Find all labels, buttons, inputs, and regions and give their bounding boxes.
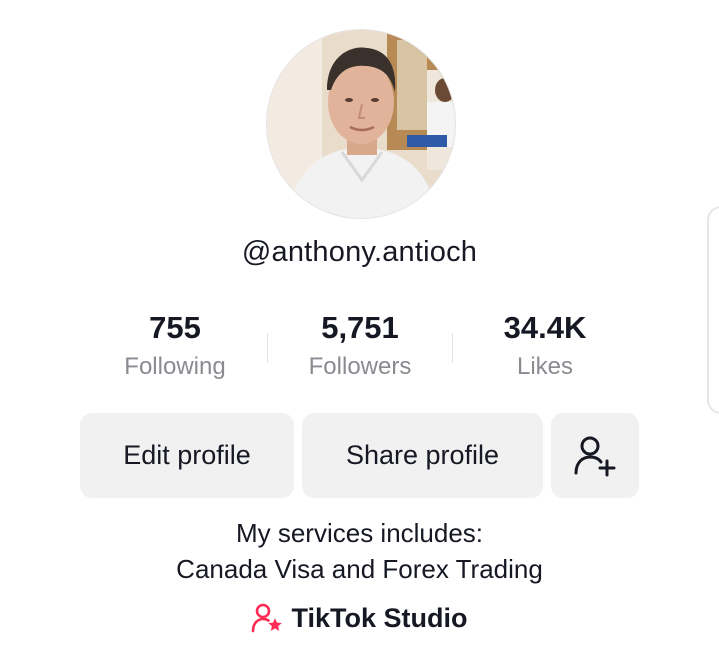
share-profile-label: Share profile bbox=[345, 440, 500, 470]
stat-following-value: 755 bbox=[149, 310, 201, 345]
stat-followers[interactable]: 5,751 Followers bbox=[285, 308, 435, 382]
stat-divider bbox=[452, 333, 453, 363]
studio-person-star-icon bbox=[252, 603, 283, 633]
edit-profile-button[interactable]: Edit profile bbox=[80, 413, 294, 498]
stat-following-label: Following bbox=[124, 353, 226, 380]
share-profile-button[interactable]: Share profile bbox=[302, 413, 543, 498]
stat-divider bbox=[267, 333, 268, 363]
profile-page: @anthony.antioch 755 Following 5,751 Fol… bbox=[0, 0, 719, 662]
stat-followers-label: Followers bbox=[308, 353, 412, 380]
bio-line-1: My services includes: bbox=[235, 518, 484, 548]
bio-line-2: Canada Visa and Forex Trading bbox=[176, 554, 543, 584]
profile-stats: 755 Following 5,751 Followers 34.4K Like… bbox=[80, 308, 640, 388]
add-friend-icon bbox=[574, 436, 616, 476]
username: @anthony.antioch bbox=[241, 236, 478, 268]
tiktok-studio-label: TikTok Studio bbox=[291, 602, 468, 633]
stat-following[interactable]: 755 Following bbox=[100, 308, 250, 382]
avatar[interactable] bbox=[266, 29, 456, 219]
bio: My services includes: Canada Visa and Fo… bbox=[0, 515, 719, 587]
stat-followers-value: 5,751 bbox=[321, 310, 399, 345]
stat-likes-value: 34.4K bbox=[503, 310, 587, 345]
avatar-photo bbox=[267, 30, 455, 218]
edit-profile-label: Edit profile bbox=[123, 440, 251, 470]
add-friend-button[interactable] bbox=[551, 413, 639, 498]
tiktok-studio-link[interactable]: TikTok Studio bbox=[0, 602, 719, 634]
stat-likes[interactable]: 34.4K Likes bbox=[470, 308, 620, 382]
stat-likes-label: Likes bbox=[516, 353, 574, 380]
